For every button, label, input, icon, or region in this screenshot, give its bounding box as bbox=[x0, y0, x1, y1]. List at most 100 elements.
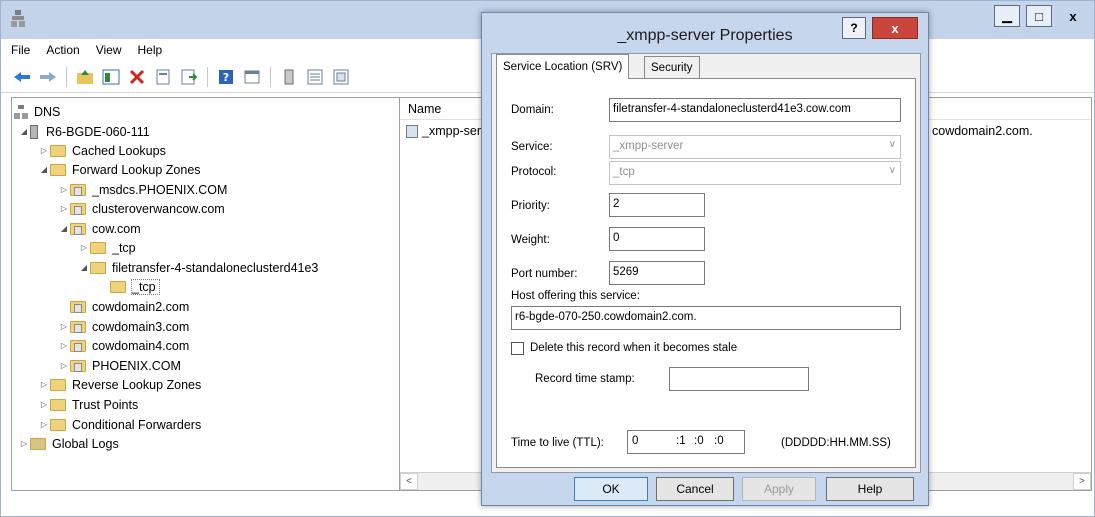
tree-label: Cached Lookups bbox=[72, 143, 166, 158]
scroll-left-icon[interactable]: < bbox=[400, 473, 418, 490]
tree-node-clusteroverwancow-zone[interactable]: ▷ clusteroverwancow.com bbox=[58, 199, 225, 218]
server-icon bbox=[30, 124, 38, 139]
forward-arrow-icon[interactable] bbox=[37, 67, 59, 87]
record-name: _xmpp-ser bbox=[422, 124, 482, 138]
cancel-button[interactable]: Cancel bbox=[656, 477, 734, 501]
menu-view[interactable]: View bbox=[96, 43, 122, 57]
collapsed-arrow-icon[interactable]: ▷ bbox=[58, 204, 70, 213]
tree-node-cowdomain4-zone[interactable]: ▷ cowdomain4.com bbox=[58, 336, 189, 355]
tree-label: filetransfer-4-standaloneclusterd41e3 bbox=[112, 260, 319, 275]
chevron-down-icon: ∨ bbox=[888, 165, 896, 176]
tree-node-conditional-forwarders[interactable]: ▷ Conditional Forwarders bbox=[38, 415, 201, 434]
host-field[interactable]: r6-bgde-070-250.cowdomain2.com. bbox=[511, 306, 901, 330]
zone-icon bbox=[70, 183, 86, 196]
collapsed-arrow-icon[interactable]: ▷ bbox=[38, 380, 50, 389]
tree-node-cowdomain2-zone[interactable]: cowdomain2.com bbox=[70, 297, 189, 316]
tree-node-cached-lookups[interactable]: ▷ Cached Lookups bbox=[38, 141, 166, 160]
menu-file[interactable]: File bbox=[11, 43, 30, 57]
show-hide-pane-icon[interactable] bbox=[241, 67, 263, 87]
zone-icon bbox=[70, 300, 86, 313]
weight-field[interactable]: 0 bbox=[609, 227, 705, 251]
folder-icon bbox=[50, 378, 66, 391]
log-folder-icon bbox=[30, 437, 46, 450]
tree-label: cowdomain2.com bbox=[92, 299, 190, 314]
folder-icon bbox=[90, 261, 106, 274]
delete-stale-checkbox[interactable] bbox=[511, 342, 524, 355]
tree-node-cow-zone[interactable]: ◢ cow.com bbox=[58, 219, 141, 238]
tree-node-reverse-lookup-zones[interactable]: ▷ Reverse Lookup Zones bbox=[38, 375, 201, 394]
maximize-button[interactable]: □ bbox=[1026, 5, 1052, 27]
console-tree-icon[interactable] bbox=[100, 67, 122, 87]
collapsed-arrow-icon[interactable]: ▷ bbox=[58, 361, 70, 370]
ttl-label: Time to live (TTL): bbox=[511, 437, 604, 449]
record-timestamp-label: Record time stamp: bbox=[535, 373, 635, 385]
tree-node-cowdomain3-zone[interactable]: ▷ cowdomain3.com bbox=[58, 317, 189, 336]
dialog-help-button[interactable]: ? bbox=[842, 17, 866, 39]
delete-icon[interactable] bbox=[126, 67, 148, 87]
export-list-icon[interactable] bbox=[178, 67, 200, 87]
help-button[interactable]: Help bbox=[826, 477, 914, 501]
properties-dialog: _xmpp-server Properties ? x Service Loca… bbox=[481, 12, 929, 506]
collapsed-arrow-icon[interactable]: ▷ bbox=[58, 322, 70, 331]
collapsed-arrow-icon[interactable]: ▷ bbox=[38, 146, 50, 155]
tree-node-forward-lookup-zones[interactable]: ◢ Forward Lookup Zones bbox=[38, 160, 201, 179]
help-icon[interactable]: ? bbox=[215, 67, 237, 87]
tree-node-dns[interactable]: DNS bbox=[14, 102, 60, 121]
weight-label: Weight: bbox=[511, 234, 550, 246]
tree-label: Conditional Forwarders bbox=[72, 417, 202, 432]
up-folder-icon[interactable] bbox=[74, 67, 96, 87]
properties-icon[interactable] bbox=[152, 67, 174, 87]
record-row[interactable]: _xmpp-ser bbox=[406, 124, 481, 138]
zone-icon bbox=[70, 222, 86, 235]
tree-node-server[interactable]: ◢ R6-BGDE-060-111 bbox=[18, 122, 150, 141]
folder-icon bbox=[110, 280, 126, 293]
domain-field[interactable]: filetransfer-4-standaloneclusterd41e3.co… bbox=[609, 98, 901, 122]
collapsed-arrow-icon[interactable]: ▷ bbox=[58, 341, 70, 350]
port-number-field[interactable]: 5269 bbox=[609, 261, 705, 285]
expanded-arrow-icon[interactable]: ◢ bbox=[58, 224, 70, 233]
expanded-arrow-icon[interactable]: ◢ bbox=[18, 127, 30, 136]
server-icon[interactable] bbox=[278, 67, 300, 87]
column-header-label: Name bbox=[408, 101, 442, 116]
menu-help[interactable]: Help bbox=[138, 43, 163, 57]
close-window-button[interactable]: x bbox=[1058, 5, 1088, 27]
tree-node-trust-points[interactable]: ▷ Trust Points bbox=[38, 395, 138, 414]
tree-node-global-logs[interactable]: ▷ Global Logs bbox=[18, 434, 119, 453]
expanded-arrow-icon[interactable]: ◢ bbox=[78, 263, 90, 272]
priority-field[interactable]: 2 bbox=[609, 193, 705, 217]
collapsed-arrow-icon[interactable]: ▷ bbox=[18, 439, 30, 448]
tree-node-msdcs-zone[interactable]: ▷ _msdcs.PHOENIX.COM bbox=[58, 180, 228, 199]
tree-node-tcp-selected[interactable]: _tcp bbox=[110, 277, 160, 296]
ok-button[interactable]: OK bbox=[574, 477, 648, 501]
toolbar-separator bbox=[270, 66, 271, 87]
detail-view-icon[interactable] bbox=[330, 67, 352, 87]
collapsed-arrow-icon[interactable]: ▷ bbox=[78, 243, 90, 252]
ttl-days[interactable]: 0 bbox=[632, 435, 638, 447]
minimize-button[interactable]: ▁ bbox=[994, 5, 1020, 27]
ttl-minutes[interactable]: :0 bbox=[694, 435, 704, 447]
back-arrow-icon[interactable] bbox=[11, 67, 33, 87]
folder-icon bbox=[50, 418, 66, 431]
tree-label: Trust Points bbox=[72, 397, 139, 412]
expanded-arrow-icon[interactable]: ◢ bbox=[38, 165, 50, 174]
collapsed-arrow-icon[interactable]: ▷ bbox=[38, 420, 50, 429]
menu-action[interactable]: Action bbox=[46, 43, 79, 57]
collapsed-arrow-icon[interactable]: ▷ bbox=[38, 400, 50, 409]
dialog-close-button[interactable]: x bbox=[872, 17, 918, 39]
tree-node-filetransfer[interactable]: ◢ filetransfer-4-standaloneclusterd41e3 bbox=[78, 258, 318, 277]
tab-security[interactable]: Security bbox=[644, 56, 700, 78]
list-view-icon[interactable] bbox=[304, 67, 326, 87]
ttl-field[interactable]: 0 :1 :0 :0 bbox=[627, 430, 745, 454]
ttl-hours[interactable]: :1 bbox=[676, 435, 686, 447]
tab-service-location[interactable]: Service Location (SRV) bbox=[496, 54, 630, 79]
folder-icon bbox=[50, 398, 66, 411]
tree-node-tcp[interactable]: ▷ _tcp bbox=[78, 238, 136, 257]
ttl-seconds[interactable]: :0 bbox=[714, 435, 724, 447]
record-data: cowdomain2.com. bbox=[932, 124, 1033, 138]
tree-node-phoenix-zone[interactable]: ▷ PHOENIX.COM bbox=[58, 356, 181, 375]
host-label: Host offering this service: bbox=[511, 290, 640, 302]
collapsed-arrow-icon[interactable]: ▷ bbox=[58, 185, 70, 194]
scroll-right-icon[interactable]: > bbox=[1073, 473, 1091, 490]
record-icon bbox=[406, 124, 418, 138]
zone-icon bbox=[70, 339, 86, 352]
